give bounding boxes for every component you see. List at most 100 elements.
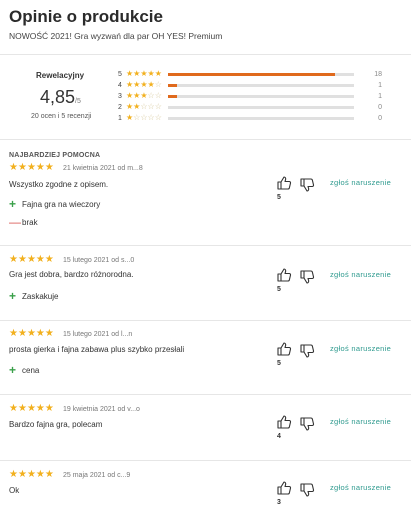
star-icon: ★	[44, 254, 54, 265]
star-icon: ★	[44, 469, 54, 480]
star-icon: ★	[35, 469, 45, 480]
review-text: prosta gierka i fajna zabawa plus szybko…	[9, 345, 185, 354]
con-text: brak	[22, 217, 38, 227]
report-link[interactable]: zgłoś naruszenie	[330, 344, 391, 353]
star-icon: ★	[35, 403, 45, 414]
star-icon: ★	[147, 80, 155, 89]
star-icon: ★	[126, 113, 134, 122]
rating-bar	[167, 94, 354, 98]
star-icon: ★	[44, 403, 54, 414]
rating-bar	[167, 105, 354, 109]
star-icon: ★	[9, 328, 18, 339]
thumbs-down-icon[interactable]	[299, 482, 315, 498]
rating-distribution-row[interactable]: 3 ★ ★ ★ ☆ ☆ 1	[118, 91, 382, 101]
star-icon: ★	[140, 80, 148, 89]
star-icon: ★	[44, 328, 54, 339]
star-rating: ★ ★ ★ ★ ☆	[126, 81, 162, 89]
review-pro: + Fajna gra na wieczory	[9, 197, 100, 211]
ratings-count: 20 ocen i 5 recenzji	[31, 113, 92, 120]
star-icon: ☆	[154, 80, 162, 89]
thumbs-up-icon[interactable]	[276, 175, 292, 191]
star-icon: ★	[9, 469, 18, 480]
rating-bar-fill	[167, 72, 336, 76]
average-value: 4,85	[40, 87, 76, 107]
divider	[0, 320, 411, 321]
thumbs-up-icon[interactable]	[276, 267, 292, 283]
star-icon: ☆	[154, 102, 162, 111]
star-icon: ★	[9, 162, 18, 173]
star-icon: ★	[17, 254, 27, 265]
rating-count: 1	[378, 92, 382, 100]
star-icon: ★	[17, 162, 27, 173]
star-icon: ☆	[154, 91, 162, 100]
review-con: — brak	[9, 215, 38, 229]
rating-count: 1	[378, 81, 382, 89]
likes-count: 3	[277, 499, 281, 506]
star-rating: ★ ★ ★ ★ ★	[126, 70, 162, 78]
divider	[0, 460, 411, 461]
divider	[0, 394, 411, 395]
rating-distribution-row[interactable]: 4 ★ ★ ★ ★ ☆ 1	[118, 80, 382, 90]
star-rating: ★ ★ ☆ ☆ ☆	[126, 103, 162, 111]
star-icon: ★	[147, 69, 155, 78]
star-level: 1	[118, 114, 122, 122]
rating-distribution-row[interactable]: 1 ★ ☆ ☆ ☆ ☆ 0	[118, 113, 382, 123]
star-level: 3	[118, 92, 122, 100]
plus-icon: +	[9, 197, 17, 211]
star-icon: ★	[44, 162, 54, 173]
pro-text: cena	[22, 365, 40, 375]
likes-count: 5	[277, 194, 281, 201]
rating-distribution-row[interactable]: 2 ★ ★ ☆ ☆ ☆ 0	[118, 102, 382, 112]
divider	[0, 54, 411, 55]
star-icon: ★	[126, 69, 134, 78]
rating-scale: /5	[75, 98, 81, 105]
review-text: Wszystko zgodne z opisem.	[9, 180, 109, 189]
star-icon: ★	[26, 469, 36, 480]
thumbs-down-icon[interactable]	[299, 177, 315, 193]
star-icon: ★	[140, 69, 148, 78]
star-icon: ☆	[147, 113, 155, 122]
star-level: 4	[118, 81, 122, 89]
star-icon: ★	[9, 254, 18, 265]
review-text: Bardzo fajna gra, polecam	[9, 420, 103, 429]
star-icon: ★	[26, 162, 36, 173]
report-link[interactable]: zgłoś naruszenie	[330, 270, 391, 279]
star-icon: ☆	[140, 102, 148, 111]
likes-count: 5	[277, 360, 281, 367]
star-icon: ★	[126, 91, 134, 100]
report-link[interactable]: zgłoś naruszenie	[330, 417, 391, 426]
review-meta: 19 kwietnia 2021 od v...o	[63, 406, 140, 413]
rating-count: 18	[374, 70, 382, 78]
star-icon: ★	[126, 102, 134, 111]
average-rating: 4,85/5	[40, 87, 81, 108]
review-text: Ok	[9, 486, 20, 495]
report-link[interactable]: zgłoś naruszenie	[330, 178, 391, 187]
star-icon: ★	[154, 69, 162, 78]
star-icon: ★	[35, 162, 45, 173]
star-icon: ☆	[154, 113, 162, 122]
thumbs-down-icon[interactable]	[299, 269, 315, 285]
likes-count: 5	[277, 286, 281, 293]
review-meta: 15 lutego 2021 od s...0	[63, 257, 135, 264]
rating-distribution-row[interactable]: 5 ★ ★ ★ ★ ★ 18	[118, 69, 382, 79]
report-link[interactable]: zgłoś naruszenie	[330, 483, 391, 492]
rating-bar-fill	[167, 83, 178, 87]
rating-bar	[167, 83, 354, 87]
star-icon: ★	[26, 328, 36, 339]
star-icon: ★	[26, 403, 36, 414]
plus-icon: +	[9, 363, 17, 377]
review-text: Gra jest dobra, bardzo różnorodna.	[9, 270, 134, 279]
review-stars: ★ ★ ★ ★ ★	[9, 255, 54, 265]
minus-icon: —	[9, 215, 21, 229]
thumbs-down-icon[interactable]	[299, 343, 315, 359]
thumbs-up-icon[interactable]	[276, 480, 292, 496]
star-icon: ★	[133, 80, 141, 89]
star-level: 2	[118, 103, 122, 111]
star-icon: ★	[133, 102, 141, 111]
thumbs-down-icon[interactable]	[299, 416, 315, 432]
thumbs-up-icon[interactable]	[276, 341, 292, 357]
summary-label: Rewelacyjny	[36, 71, 85, 80]
page-title: Opinie o produkcie	[9, 7, 163, 26]
thumbs-up-icon[interactable]	[276, 414, 292, 430]
star-icon: ☆	[147, 91, 155, 100]
